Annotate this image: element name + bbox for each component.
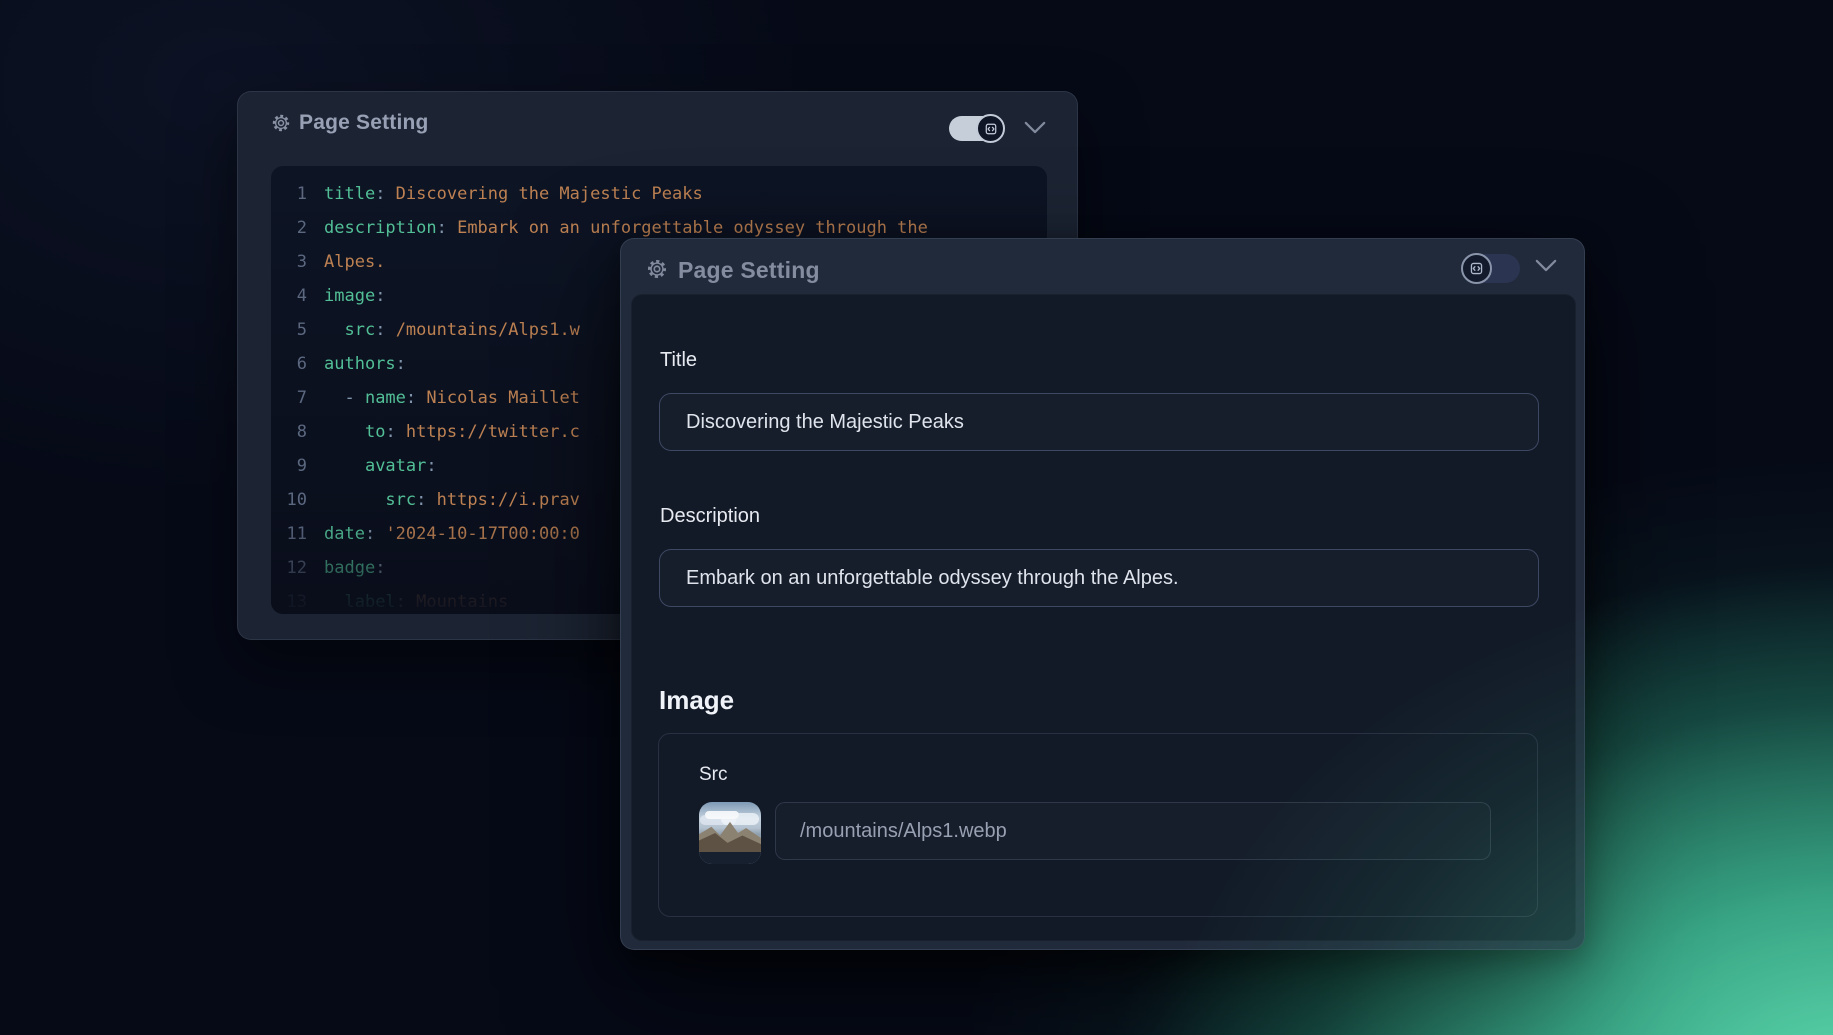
line-number: 9 xyxy=(271,449,307,483)
line-number: 11 xyxy=(271,517,307,551)
panel-title: Page Setting xyxy=(299,112,429,134)
line-number: 4 xyxy=(271,279,307,313)
yaml-value: Mountains xyxy=(416,592,508,612)
code-square-icon xyxy=(984,122,998,136)
toggle-knob xyxy=(1461,253,1492,284)
yaml-key: src xyxy=(385,490,416,510)
title-field-label: Title xyxy=(660,349,697,372)
yaml-key: src xyxy=(344,320,375,340)
yaml-value: '2024-10-17T00:00:0 xyxy=(385,524,579,544)
line-number: 1 xyxy=(271,177,307,211)
line-number: 5 xyxy=(271,313,307,347)
title-input[interactable] xyxy=(659,393,1539,451)
description-input[interactable] xyxy=(659,549,1539,607)
thumbnail-lake xyxy=(699,852,761,864)
line-number: 13 xyxy=(271,585,307,614)
thumbnail-clouds xyxy=(705,811,739,819)
image-section-box: Src xyxy=(658,733,1538,917)
toggle-knob xyxy=(976,114,1005,143)
yaml-value: https://twitter.c xyxy=(406,422,580,442)
yaml-value: Discovering the Majestic Peaks xyxy=(396,184,703,204)
image-src-input[interactable] xyxy=(775,802,1491,860)
line-number: 8 xyxy=(271,415,307,449)
yaml-value: Nicolas Maillet xyxy=(426,388,580,408)
panel-title: Page Setting xyxy=(678,258,820,282)
description-field-label: Description xyxy=(660,505,760,528)
src-field-label: Src xyxy=(699,764,728,786)
line-number: 3 xyxy=(271,245,307,279)
line-number: 6 xyxy=(271,347,307,381)
yaml-value: https://i.prav xyxy=(437,490,580,510)
image-section-heading: Image xyxy=(659,685,734,716)
yaml-key: title xyxy=(324,184,375,204)
line-number: 2 xyxy=(271,211,307,245)
code-square-icon xyxy=(1469,261,1484,276)
line-number: 10 xyxy=(271,483,307,517)
code-line: 1 title: Discovering the Majestic Peaks xyxy=(271,177,1047,211)
form-content: Title Description Image Src xyxy=(631,294,1576,941)
yaml-key: image xyxy=(324,286,375,306)
yaml-value: Embark on an unforgettable odyssey throu… xyxy=(457,218,928,238)
yaml-value: Alpes. xyxy=(324,252,385,272)
yaml-key: name xyxy=(365,388,406,408)
yaml-key: authors xyxy=(324,354,396,374)
yaml-key: badge xyxy=(324,558,375,578)
line-number: 7 xyxy=(271,381,307,415)
yaml-key: description xyxy=(324,218,437,238)
yaml-key: date xyxy=(324,524,365,544)
code-view-toggle[interactable] xyxy=(1462,254,1520,283)
yaml-key: to xyxy=(365,422,385,442)
yaml-key: avatar xyxy=(365,456,426,476)
gear-icon xyxy=(271,113,291,133)
code-view-toggle[interactable] xyxy=(949,116,1003,141)
yaml-key: label xyxy=(344,592,395,612)
yaml-value: /mountains/Alps1.w xyxy=(396,320,580,340)
image-thumbnail[interactable] xyxy=(699,802,761,864)
gear-icon xyxy=(646,258,668,280)
page-setting-form-panel: Page Setting Title Description Image Src xyxy=(620,238,1585,950)
chevron-down-icon[interactable] xyxy=(1535,259,1557,277)
chevron-down-icon[interactable] xyxy=(1024,121,1046,139)
line-number: 12 xyxy=(271,551,307,585)
